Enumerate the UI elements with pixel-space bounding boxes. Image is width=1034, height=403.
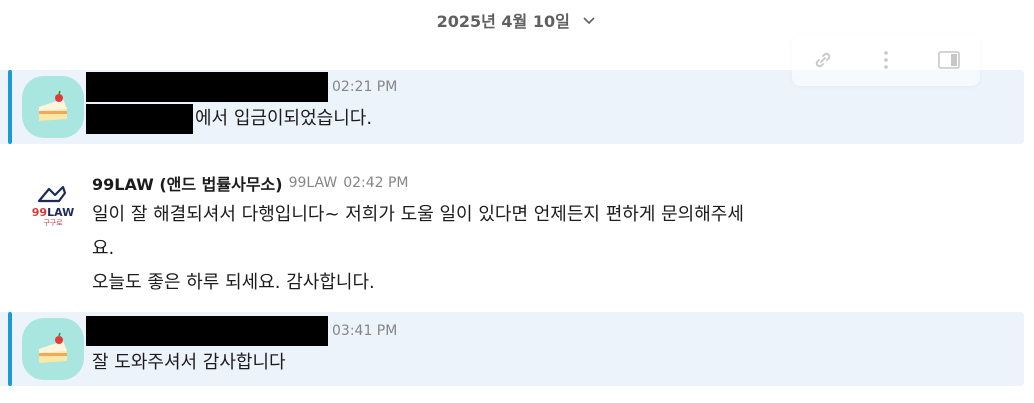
99law-logo-icon bbox=[37, 185, 67, 202]
open-panel-icon[interactable] bbox=[935, 46, 963, 74]
app-tag: 99LAW bbox=[288, 175, 338, 191]
date-label: 2025년 4월 10일 bbox=[436, 12, 570, 31]
message-text-line: 오늘도 좋은 하루 되세요. 감사합니다. bbox=[92, 272, 375, 293]
message-actions-toolbar bbox=[792, 34, 980, 86]
redacted-sender bbox=[86, 72, 328, 102]
message-text-line: 요. bbox=[92, 238, 115, 259]
redacted-text bbox=[86, 104, 193, 134]
redacted-sender bbox=[86, 316, 328, 346]
message-text: 에서 입금이되었습니다. bbox=[195, 108, 373, 129]
cake-icon bbox=[39, 332, 67, 363]
message-text-line: 일이 잘 해결되셔서 다행입니다~ 저희가 도울 일이 있다면 언제든지 편하게… bbox=[92, 204, 744, 225]
message-item[interactable]: 03:41 PM 잘 도와주셔서 감사합니다 bbox=[0, 312, 1024, 386]
more-actions-icon[interactable] bbox=[872, 46, 900, 74]
logo-text: 99LAW bbox=[31, 205, 75, 219]
sender-name[interactable]: 99LAW (앤드 법률사무소) bbox=[92, 171, 283, 195]
avatar[interactable] bbox=[22, 318, 84, 380]
message-timestamp[interactable]: 02:42 PM bbox=[343, 175, 408, 191]
avatar[interactable] bbox=[22, 76, 84, 138]
message-timestamp[interactable]: 02:21 PM bbox=[332, 79, 397, 95]
logo-subtext: 구구로 bbox=[43, 218, 63, 227]
chevron-down-icon bbox=[581, 9, 597, 37]
date-divider[interactable]: 2025년 4월 10일 bbox=[0, 8, 1034, 36]
message-timestamp[interactable]: 03:41 PM bbox=[332, 323, 397, 339]
cake-icon bbox=[39, 90, 67, 121]
message-text: 잘 도와주셔서 감사합니다 bbox=[92, 352, 286, 373]
link-icon[interactable] bbox=[809, 46, 837, 74]
message-item[interactable]: 99LAW 구구로 99LAW (앤드 법률사무소) 99LAW 02:42 P… bbox=[0, 166, 1024, 300]
avatar[interactable]: 99LAW 구구로 bbox=[22, 174, 84, 236]
